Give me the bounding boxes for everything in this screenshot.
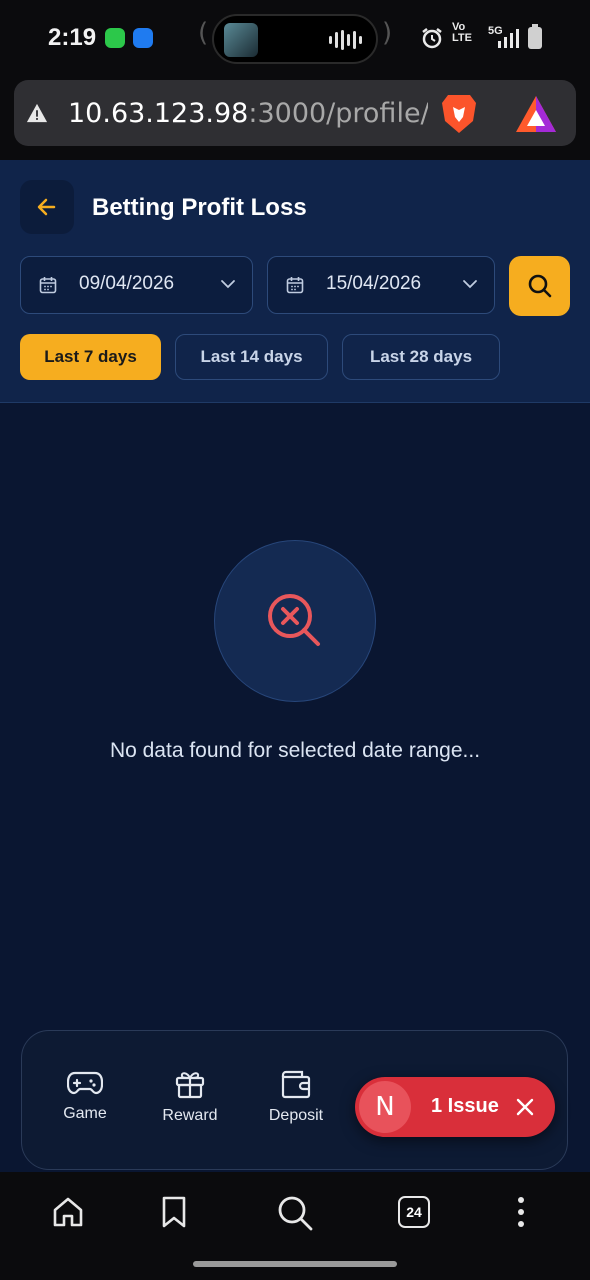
gamepad-icon — [67, 1071, 103, 1095]
search-icon[interactable] — [276, 1194, 314, 1232]
chip-last-28-days[interactable]: Last 28 days — [342, 334, 500, 380]
calendar-icon — [39, 277, 57, 294]
dynamic-island — [212, 14, 378, 64]
gesture-home-indicator[interactable] — [193, 1261, 397, 1267]
chip-last-14-days[interactable]: Last 14 days — [175, 334, 328, 380]
url-text[interactable]: 10.63.123.98:3000/profile/gar — [68, 98, 428, 129]
close-icon[interactable] — [515, 1097, 535, 1117]
nav-item-game[interactable]: Game — [40, 1069, 130, 1123]
nav-item-deposit[interactable]: Deposit — [251, 1069, 341, 1125]
wallet-icon — [281, 1070, 311, 1099]
browser-url-bar: 10.63.123.98:3000/profile/gar — [0, 78, 590, 160]
signal-icon — [498, 29, 519, 48]
audio-wave-icon — [329, 30, 362, 50]
calendar-icon — [286, 277, 304, 294]
chevron-down-icon — [221, 280, 235, 289]
tab-switcher-button[interactable]: 24 — [398, 1196, 430, 1228]
warning-icon[interactable] — [26, 102, 48, 124]
app-notification-icon — [133, 28, 153, 48]
page-header: Betting Profit Loss 09/04/2026 15/04/202… — [0, 160, 590, 403]
from-date-value: 09/04/2026 — [79, 273, 175, 294]
url-host: 10.63.123.98 — [68, 98, 249, 129]
arrow-left-icon — [37, 198, 56, 216]
nav-label-reward: Reward — [162, 1107, 218, 1124]
status-time: 2:19 — [48, 24, 97, 51]
brave-rewards-icon[interactable] — [514, 94, 558, 134]
search-icon — [528, 274, 551, 298]
page-title: Betting Profit Loss — [92, 194, 307, 221]
nav-item-reward[interactable]: Reward — [145, 1069, 235, 1125]
status-bar: 2:19 ( ) Vo LTE 5G — [0, 0, 590, 78]
nav-label-game: Game — [63, 1105, 107, 1122]
search-not-found-icon — [268, 594, 320, 646]
gift-icon — [175, 1072, 205, 1099]
wechat-icon — [105, 28, 125, 48]
empty-state-illustration — [214, 540, 376, 702]
issue-count[interactable]: 1 Issue — [431, 1095, 499, 1118]
to-date-picker[interactable]: 15/04/2026 — [267, 256, 495, 314]
from-date-picker[interactable]: 09/04/2026 — [20, 256, 253, 314]
brave-shields-icon[interactable] — [440, 93, 478, 135]
chip-last-7-days[interactable]: Last 7 days — [20, 334, 161, 380]
volte-indicator: Vo LTE — [452, 21, 472, 44]
issue-badge[interactable]: N 1 Issue — [355, 1077, 555, 1137]
bookmark-icon[interactable] — [158, 1194, 190, 1230]
alarm-icon — [422, 28, 442, 49]
home-icon[interactable] — [50, 1194, 86, 1230]
search-button[interactable] — [509, 256, 570, 316]
chevron-down-icon — [463, 280, 477, 289]
nextjs-logo-icon[interactable]: N — [359, 1081, 411, 1133]
back-button[interactable] — [20, 180, 74, 234]
url-path: :3000/profile/gar — [248, 98, 428, 129]
more-menu-icon[interactable] — [512, 1194, 530, 1230]
island-right-bracket: ) — [382, 18, 393, 48]
island-left-bracket: ( — [198, 18, 209, 48]
media-thumbnail — [224, 23, 258, 57]
to-date-value: 15/04/2026 — [326, 273, 422, 294]
address-field[interactable]: 10.63.123.98:3000/profile/gar — [14, 80, 576, 146]
nav-label-deposit: Deposit — [268, 1107, 324, 1124]
battery-icon — [528, 24, 542, 49]
empty-state-message: No data found for selected date range... — [109, 739, 481, 762]
